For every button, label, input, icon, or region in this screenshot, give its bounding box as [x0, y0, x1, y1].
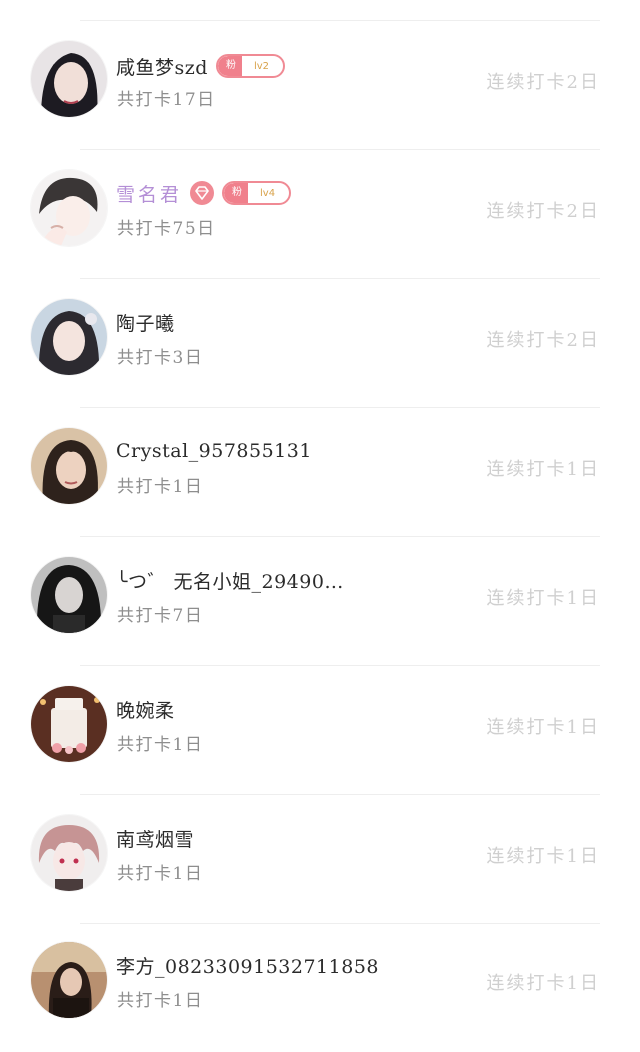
user-name[interactable]: 李方_08233091532711858 [116, 952, 379, 979]
total-checkin-days: 共打卡7日 [117, 606, 204, 626]
list-item[interactable]: 陶子曦 共打卡3日 连续打卡2日 [0, 279, 640, 407]
avatar[interactable] [31, 41, 107, 117]
name-line: 陶子曦 [116, 307, 175, 337]
streak-days: 连续打卡1日 [486, 459, 600, 480]
streak-days: 连续打卡1日 [486, 846, 600, 867]
name-line: 雪名君 粉 lv4 [116, 178, 292, 208]
fan-level-badge: 粉 lv2 [215, 54, 285, 78]
total-checkin-days: 共打卡1日 [117, 991, 204, 1011]
list-item[interactable]: 咸鱼梦szd 粉 lv2 共打卡17日 连续打卡2日 [0, 21, 640, 149]
avatar[interactable] [31, 299, 107, 375]
total-checkin-days: 共打卡3日 [117, 348, 204, 368]
streak-days: 连续打卡2日 [486, 72, 600, 93]
diamond-vip-icon [190, 181, 215, 205]
streak-days: 连续打卡1日 [486, 973, 600, 994]
list-item[interactable]: ╰つ゛ 无名小姐_29490… 共打卡7日 连续打卡1日 [0, 537, 640, 665]
name-line: 李方_08233091532711858 [116, 950, 379, 980]
streak-days: 连续打卡1日 [486, 588, 600, 609]
list-item[interactable]: 南鸢烟雪 共打卡1日 连续打卡1日 [0, 795, 640, 923]
total-checkin-days: 共打卡1日 [117, 735, 204, 755]
list-item[interactable]: 李方_08233091532711858 共打卡1日 连续打卡1日 [0, 924, 640, 1052]
name-line: 晚婉柔 [116, 694, 175, 724]
checkin-ranking-list: 咸鱼梦szd 粉 lv2 共打卡17日 连续打卡2日 雪名君 粉 lv4 共打卡… [0, 0, 640, 1028]
total-checkin-days: 共打卡17日 [117, 90, 216, 110]
total-checkin-days: 共打卡1日 [117, 477, 204, 497]
avatar[interactable] [31, 815, 107, 891]
user-name[interactable]: 晚婉柔 [116, 696, 175, 723]
fan-badge-label: 粉 [217, 56, 242, 76]
fan-badge-level: lv2 [253, 60, 269, 72]
user-name[interactable]: 咸鱼梦szd [116, 53, 208, 80]
user-name[interactable]: 雪名君 [116, 180, 182, 207]
name-line: ╰つ゛ 无名小姐_29490… [116, 565, 344, 595]
avatar[interactable] [31, 557, 107, 633]
streak-days: 连续打卡1日 [486, 717, 600, 738]
streak-days: 连续打卡2日 [486, 201, 600, 222]
user-name[interactable]: ╰つ゛ 无名小姐_29490… [116, 567, 344, 594]
user-name[interactable]: 南鸢烟雪 [116, 825, 194, 852]
list-item[interactable]: 雪名君 粉 lv4 共打卡75日 连续打卡2日 [0, 150, 640, 278]
fan-level-badge: 粉 lv4 [222, 181, 292, 205]
user-name[interactable]: 陶子曦 [116, 309, 175, 336]
total-checkin-days: 共打卡75日 [117, 219, 216, 239]
total-checkin-days: 共打卡1日 [117, 864, 204, 884]
list-item[interactable]: Crystal_957855131 共打卡1日 连续打卡1日 [0, 408, 640, 536]
avatar[interactable] [31, 428, 107, 504]
name-line: 咸鱼梦szd 粉 lv2 [116, 51, 285, 81]
fan-badge-level: lv4 [260, 187, 276, 199]
avatar[interactable] [31, 170, 107, 246]
list-item[interactable]: 晚婉柔 共打卡1日 连续打卡1日 [0, 666, 640, 794]
name-line: 南鸢烟雪 [116, 823, 194, 853]
user-name[interactable]: Crystal_957855131 [116, 440, 312, 462]
name-line: Crystal_957855131 [116, 436, 312, 466]
streak-days: 连续打卡2日 [486, 330, 600, 351]
avatar[interactable] [31, 686, 107, 762]
fan-badge-label: 粉 [224, 183, 249, 203]
avatar[interactable] [31, 942, 107, 1018]
